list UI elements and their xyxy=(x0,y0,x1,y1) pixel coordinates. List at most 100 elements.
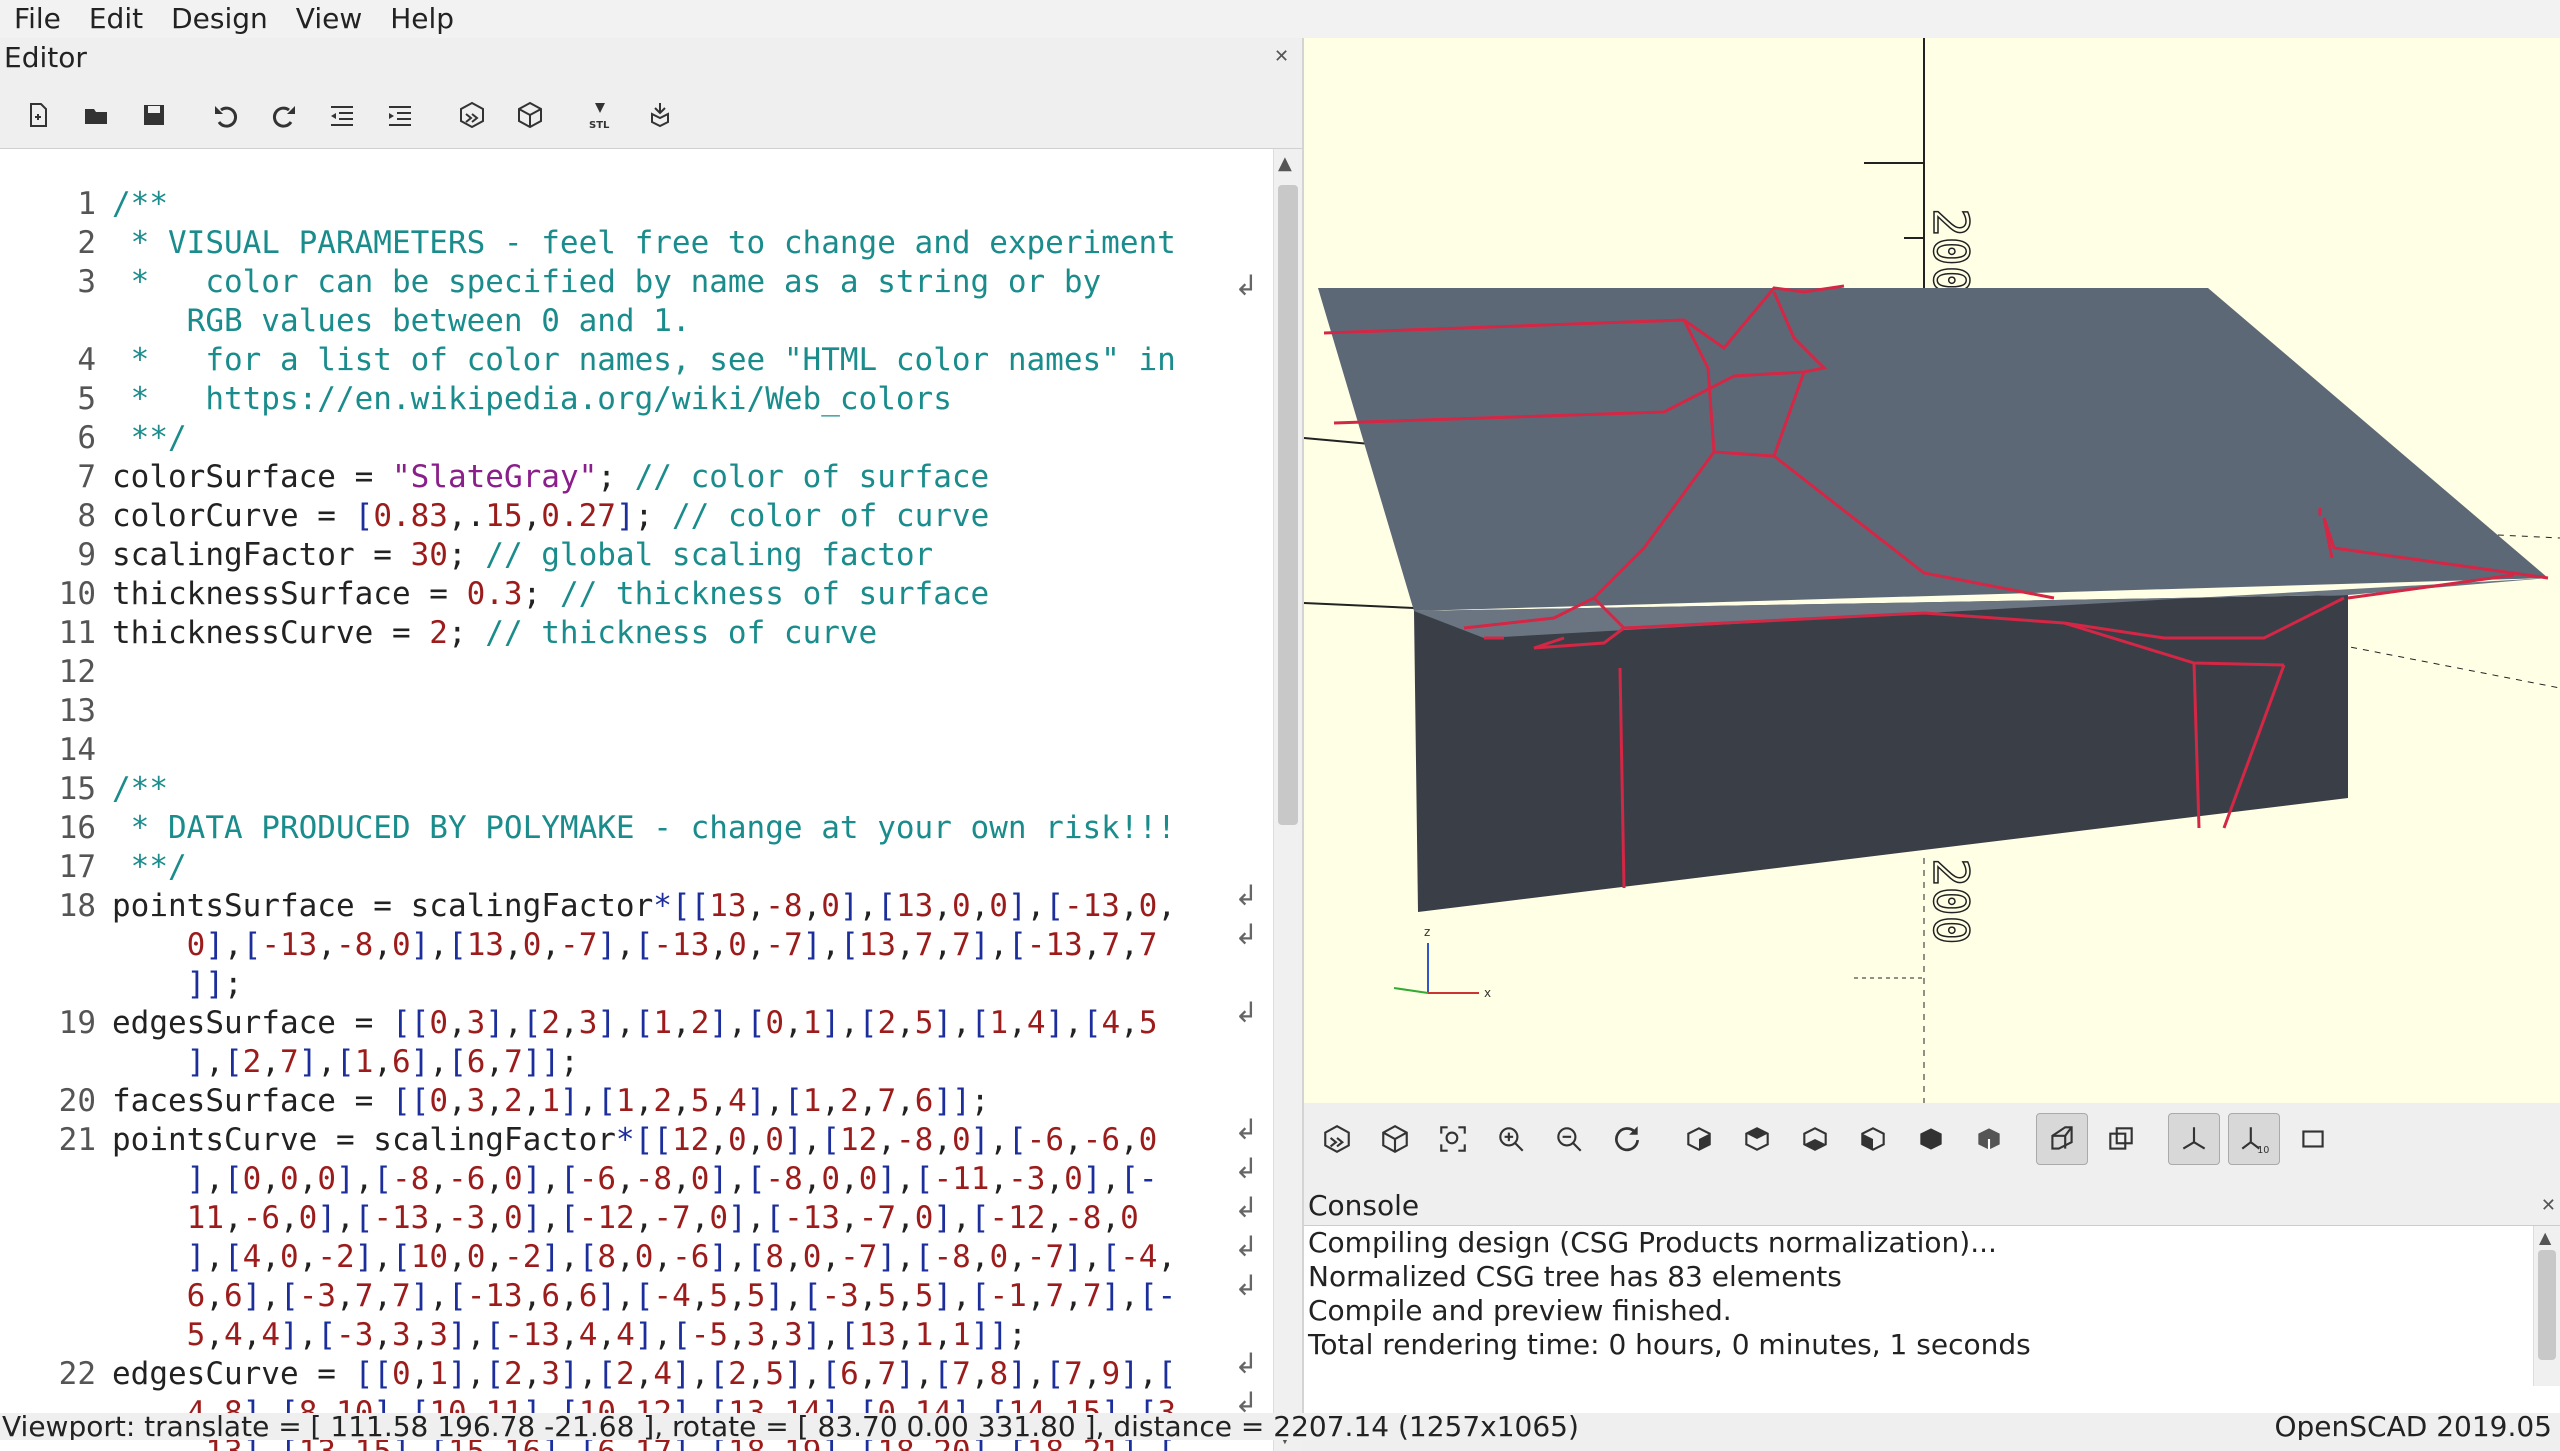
view-front-icon[interactable] xyxy=(1906,1114,1956,1164)
console-output[interactable]: Compiling design (CSG Products normaliza… xyxy=(1304,1225,2560,1421)
code-token: , xyxy=(597,1317,617,1353)
operator-token: ] xyxy=(410,1278,430,1314)
code-token: , xyxy=(821,1239,841,1275)
redo-icon[interactable] xyxy=(260,91,308,139)
code-token: , xyxy=(1119,888,1139,924)
editor-close-icon[interactable]: ✕ xyxy=(1274,46,1289,67)
operator-token: [ xyxy=(933,1356,953,1392)
code-editor[interactable]: 1/** 2 * VISUAL PARAMETERS - feel free to… xyxy=(0,148,1302,1451)
editor-scrollbar[interactable]: ▲ ▼ xyxy=(1273,149,1302,1451)
code-token: ; xyxy=(560,1044,579,1080)
code-token: , xyxy=(373,927,393,963)
unindent-icon[interactable] xyxy=(318,91,366,139)
console-close-icon[interactable]: ✕ xyxy=(2541,1195,2556,1216)
number-token: 0 xyxy=(765,1122,784,1158)
show-scale-markers-icon[interactable]: 10 xyxy=(2228,1113,2280,1165)
number-token: -13 xyxy=(1026,927,1083,963)
code-token: , xyxy=(504,1005,523,1041)
code-token: , xyxy=(447,1083,467,1119)
view-back-icon[interactable] xyxy=(1964,1114,2014,1164)
operator-token: ] xyxy=(186,1239,206,1275)
code-token: , xyxy=(690,1200,710,1236)
zoom-in-icon[interactable] xyxy=(1486,1114,1536,1164)
code-token: , xyxy=(429,1044,449,1080)
send-to-print-icon[interactable] xyxy=(636,91,684,139)
render-icon[interactable] xyxy=(1370,1114,1420,1164)
number-token: -3 xyxy=(298,1278,337,1314)
operator-token: [ xyxy=(242,927,262,963)
code-token: , xyxy=(746,927,766,963)
number-token: -6 xyxy=(578,1161,617,1197)
console-title: Console xyxy=(1308,1189,1420,1222)
view-right-icon[interactable] xyxy=(1674,1114,1724,1164)
number-token: 0 xyxy=(242,1161,262,1197)
operator-token: [ xyxy=(224,1239,243,1275)
number-token: 2 xyxy=(653,1083,673,1119)
code-line: 1 /** xyxy=(0,185,1260,224)
console-pane: Console ✕ Compiling design (CSG Products… xyxy=(1304,1175,2560,1421)
number-token: 3 xyxy=(541,1356,561,1392)
scrollbar-thumb[interactable] xyxy=(1278,185,1298,825)
scrollbar-thumb[interactable] xyxy=(2538,1250,2556,1360)
code-line: 14 xyxy=(0,731,1260,770)
new-file-icon[interactable] xyxy=(14,91,62,139)
code-token: , xyxy=(634,1356,654,1392)
menu-design[interactable]: Design xyxy=(157,0,282,38)
scroll-up-icon[interactable]: ▲ xyxy=(1278,153,1292,174)
code-token: , xyxy=(1101,1161,1121,1197)
console-scrollbar[interactable]: ▲ xyxy=(2533,1226,2560,1386)
operator-token: ] xyxy=(522,1200,542,1236)
operator-token: ] xyxy=(522,1044,542,1080)
menu-bar: File Edit Design View Help xyxy=(0,0,2560,38)
preview-icon[interactable] xyxy=(1312,1114,1362,1164)
code-token: , xyxy=(1120,1278,1139,1314)
code-token: , xyxy=(485,1200,505,1236)
code-token: , xyxy=(261,1161,281,1197)
reset-view-icon[interactable] xyxy=(1602,1114,1652,1164)
number-token: 5 xyxy=(914,1005,934,1041)
code-token: , xyxy=(560,1278,579,1314)
save-file-icon[interactable] xyxy=(130,91,178,139)
menu-file[interactable]: File xyxy=(0,0,75,38)
view-bottom-icon[interactable] xyxy=(1790,1114,1840,1164)
export-stl-icon[interactable]: STL xyxy=(578,91,626,139)
scroll-up-icon[interactable]: ▲ xyxy=(2539,1228,2551,1247)
code-token: , xyxy=(541,1161,561,1197)
show-axes-icon[interactable] xyxy=(2168,1113,2220,1165)
number-token: 7 xyxy=(914,927,934,963)
orthogonal-icon[interactable] xyxy=(2096,1114,2146,1164)
number-token: 0 xyxy=(429,1083,448,1119)
view-left-icon[interactable] xyxy=(1848,1114,1898,1164)
view-top-icon[interactable] xyxy=(1732,1114,1782,1164)
code-token: , xyxy=(1082,927,1102,963)
zoom-out-icon[interactable] xyxy=(1544,1114,1594,1164)
number-token: 5 xyxy=(877,1278,897,1314)
menu-help[interactable]: Help xyxy=(376,0,468,38)
menu-edit[interactable]: Edit xyxy=(75,0,157,38)
code-token: , xyxy=(616,1278,635,1314)
operator-token: [ xyxy=(354,1356,374,1392)
open-file-icon[interactable] xyxy=(72,91,120,139)
code-token: , xyxy=(1064,1278,1083,1314)
code-line: 19 edgesSurface = [[0,3],[2,3],[1,2],[0,1… xyxy=(0,1004,1260,1043)
undo-icon[interactable] xyxy=(202,91,250,139)
preview-icon[interactable] xyxy=(448,91,496,139)
perspective-icon[interactable] xyxy=(2036,1113,2088,1165)
operator-token: [ xyxy=(354,1200,374,1236)
operator-token: [ xyxy=(392,1239,411,1275)
code-token: , xyxy=(709,1083,729,1119)
show-edges-icon[interactable] xyxy=(2288,1114,2338,1164)
menu-view[interactable]: View xyxy=(282,0,376,38)
render-icon[interactable] xyxy=(506,91,554,139)
code-token: , xyxy=(858,1278,878,1314)
number-token: -8 xyxy=(895,1122,934,1158)
code-token: , xyxy=(560,1239,579,1275)
number-token: 3 xyxy=(784,1317,803,1353)
indent-icon[interactable] xyxy=(376,91,424,139)
3d-viewport[interactable]: 200 200 z x xyxy=(1304,38,2560,1103)
view-all-icon[interactable] xyxy=(1428,1114,1478,1164)
